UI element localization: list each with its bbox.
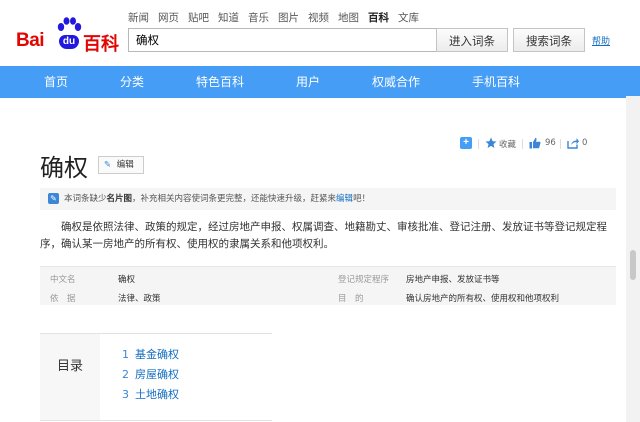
topnav-item-video[interactable]: 视频 [308, 10, 329, 25]
main-nav-bar: 首页 分类 特色百科 用户 权威合作 手机百科 [0, 66, 640, 98]
basic-info-table: 中文名 确权 依 据 法律、政策 登记规定程序 房地产申报、发放证书等 目 的 … [40, 266, 616, 305]
mainnav-item-mobile[interactable]: 手机百科 [472, 66, 520, 98]
mainnav-item-home[interactable]: 首页 [44, 66, 68, 98]
info-label: 依 据 [50, 294, 76, 304]
page-title: 确权 [40, 154, 88, 182]
topnav-item-images[interactable]: 图片 [278, 10, 299, 25]
topnav-item-baike[interactable]: 百科 [368, 10, 389, 25]
search-input[interactable] [128, 28, 436, 52]
toc-item[interactable]: 1 基金确权 [122, 346, 179, 362]
divider [560, 139, 561, 149]
add-plus-icon[interactable]: + [460, 137, 472, 149]
edit-button[interactable]: ✎ 编辑 [98, 156, 144, 174]
info-value: 确认房地产的所有权、使用权和他项权利 [406, 294, 560, 304]
notice-edit-link[interactable]: 编辑 [336, 194, 353, 204]
info-label: 中文名 [50, 275, 76, 285]
table-of-contents: 目录 1 基金确权 2 房屋确权 3 土地确权 [40, 333, 272, 421]
toc-item[interactable]: 3 土地确权 [122, 386, 179, 402]
topnav-item-tieba[interactable]: 贴吧 [188, 10, 209, 25]
logo-bai-text: Bai [16, 30, 45, 51]
like-count: 96 [545, 138, 556, 148]
topnav-item-zhidao[interactable]: 知道 [218, 10, 239, 25]
info-value: 房地产申报、发放证书等 [406, 275, 500, 285]
mainnav-item-featured[interactable]: 特色百科 [196, 66, 244, 98]
pencil-icon: ✎ [104, 160, 112, 170]
notice-bar: ✎ 本词条缺少名片图，补充相关内容使词条更完整，还能快速升级，赶紧来编辑吧！ [40, 188, 616, 210]
help-link[interactable]: 帮助 [592, 34, 610, 47]
mainnav-item-categories[interactable]: 分类 [120, 66, 144, 98]
topnav-item-news[interactable]: 新闻 [128, 10, 149, 25]
info-value: 法律、政策 [118, 294, 161, 304]
logo-baike-text: 百科 [83, 34, 119, 55]
divider [522, 139, 523, 149]
entry-summary: 确权是依照法律、政策的规定，经过房地产申报、权属调查、地籍勘丈、审核批准、登记注… [40, 221, 607, 250]
share-icon[interactable] [567, 137, 579, 149]
info-label: 目 的 [338, 294, 364, 304]
thumbs-up-icon[interactable] [529, 137, 541, 149]
scrollbar-thumb[interactable] [630, 250, 636, 280]
edit-button-label: 编辑 [116, 160, 134, 170]
star-icon[interactable] [485, 137, 497, 149]
search-entry-button[interactable]: 搜索词条 [513, 28, 585, 52]
topnav-item-map[interactable]: 地图 [338, 10, 359, 25]
mainnav-item-authority[interactable]: 权威合作 [372, 66, 420, 98]
top-product-nav: 新闻 网页 贴吧 知道 音乐 图片 视频 地图 百科 文库 [128, 10, 419, 25]
pencil-notice-icon: ✎ [48, 193, 59, 204]
collect-label[interactable]: 收藏 [499, 138, 516, 150]
toc-title: 目录 [40, 334, 100, 420]
topnav-item-web[interactable]: 网页 [158, 10, 179, 25]
divider [478, 139, 479, 149]
info-label: 登记规定程序 [338, 275, 390, 285]
mainnav-item-users[interactable]: 用户 [296, 66, 320, 98]
info-value: 确权 [118, 275, 136, 285]
logo-du-text: du [59, 35, 79, 49]
topnav-item-music[interactable]: 音乐 [248, 10, 269, 25]
notice-text: 本词条缺少名片图，补充相关内容使词条更完整，还能快速升级，赶紧来编辑吧！ [64, 194, 371, 204]
enter-entry-button[interactable]: 进入词条 [436, 28, 508, 52]
toc-item[interactable]: 2 房屋确权 [122, 366, 179, 382]
baidu-baike-logo[interactable]: Bai du 百科 [16, 14, 120, 56]
share-count: 0 [582, 138, 588, 148]
topnav-item-wenku[interactable]: 文库 [398, 10, 419, 25]
